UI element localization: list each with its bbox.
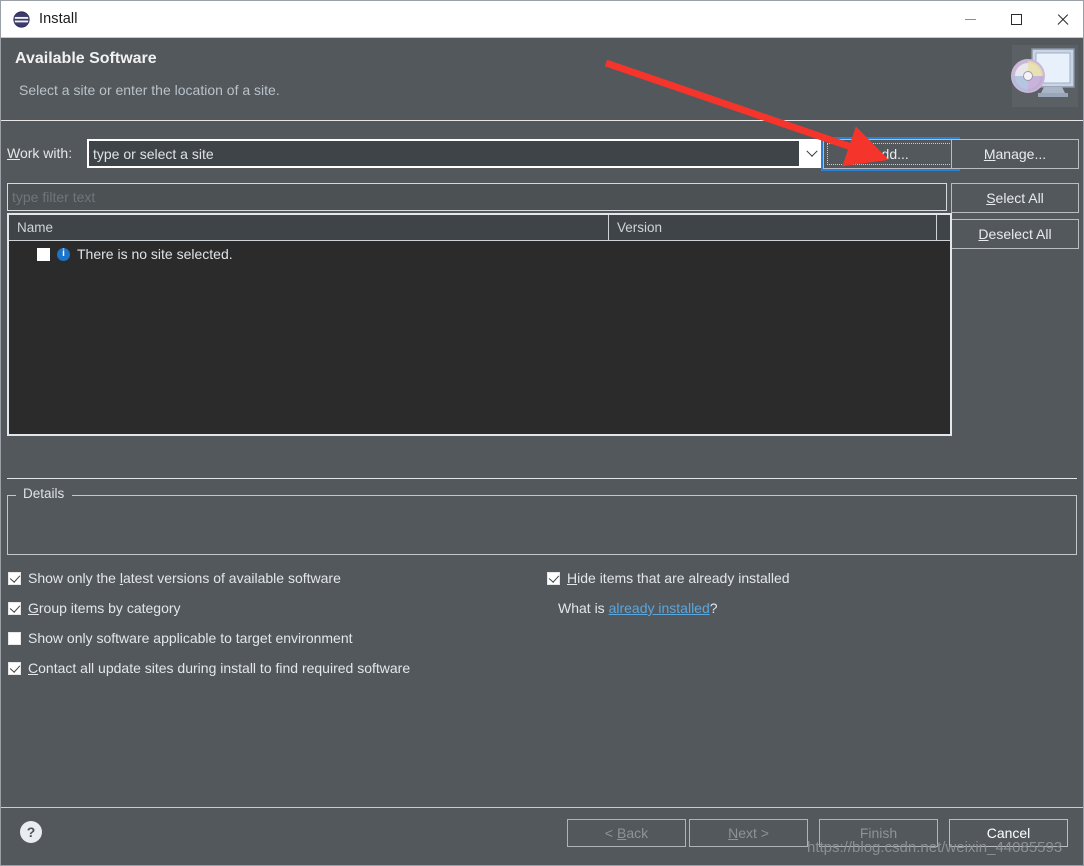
already-installed-link[interactable]: already installed [609, 600, 710, 616]
focus-ring [827, 143, 954, 165]
minimize-icon [965, 19, 976, 20]
checkbox-hide-installed[interactable] [547, 572, 560, 585]
close-icon [1056, 13, 1069, 26]
back-button[interactable]: < Back [567, 819, 686, 847]
what-is-already-installed: What is already installed? [558, 600, 718, 616]
column-header-name[interactable]: Name [9, 215, 609, 240]
option-show-latest-versions[interactable]: Show only the latest versions of availab… [8, 570, 341, 586]
row-name: There is no site selected. [77, 246, 233, 262]
minimize-button[interactable] [947, 1, 993, 37]
option-label-group-by-category: Group items by category [28, 600, 181, 616]
row-checkbox[interactable] [37, 248, 50, 261]
watermark-text: https://blog.csdn.net/weixin_44085593 [807, 839, 1062, 856]
details-legend: Details [20, 486, 67, 501]
footer-divider [1, 807, 1084, 808]
maximize-button[interactable] [993, 1, 1039, 37]
checkbox-contact-update-sites[interactable] [8, 662, 21, 675]
column-header-spacer [937, 215, 950, 240]
maximize-icon [1011, 14, 1022, 25]
eclipse-icon [13, 11, 30, 28]
filter-placeholder: type filter text [8, 189, 95, 205]
next-button[interactable]: Next > [689, 819, 808, 847]
work-with-combo[interactable]: type or select a site [87, 139, 827, 168]
table-row[interactable]: i There is no site selected. [9, 241, 950, 267]
work-with-dropdown-button[interactable] [799, 141, 825, 166]
install-monitor-disc-icon [1004, 43, 1082, 113]
info-icon: i [57, 248, 70, 261]
option-label-contact-update-sites: Contact all update sites during install … [28, 660, 410, 676]
deselect-all-button[interactable]: Deselect All [951, 219, 1079, 249]
details-group: Details [7, 495, 1077, 555]
option-hide-installed[interactable]: Hide items that are already installed [547, 570, 790, 586]
what-is-prefix: What is [558, 600, 609, 616]
add-button[interactable]: Add... [823, 139, 958, 169]
what-is-suffix: ? [710, 600, 718, 616]
manage-button-label: Manage... [984, 146, 1046, 162]
table-body: i There is no site selected. [9, 241, 950, 434]
back-button-label: < Back [605, 825, 648, 841]
select-all-label: Select All [986, 190, 1044, 206]
option-applicable-target-env[interactable]: Show only software applicable to target … [8, 630, 353, 646]
section-divider [7, 478, 1077, 479]
work-with-label: Work with: [7, 145, 72, 161]
page-subtitle: Select a site or enter the location of a… [19, 82, 280, 98]
option-label-applicable-target-env: Show only software applicable to target … [28, 630, 353, 646]
next-button-label: Next > [728, 825, 769, 841]
title-bar: Install [1, 1, 1084, 38]
select-all-button[interactable]: Select All [951, 183, 1079, 213]
checkbox-group-by-category[interactable] [8, 602, 21, 615]
checkbox-applicable-target-env[interactable] [8, 632, 21, 645]
deselect-all-label: Deselect All [978, 226, 1051, 242]
help-button[interactable]: ? [20, 821, 42, 843]
window-controls [947, 1, 1084, 37]
checkbox-show-latest-versions[interactable] [8, 572, 21, 585]
close-button[interactable] [1039, 1, 1084, 37]
chevron-down-icon [806, 145, 817, 156]
column-header-version[interactable]: Version [609, 215, 937, 240]
page-banner: Available Software Select a site or ente… [1, 38, 1084, 121]
option-contact-update-sites[interactable]: Contact all update sites during install … [8, 660, 410, 676]
software-table[interactable]: Name Version i There is no site selected… [7, 213, 952, 436]
manage-button[interactable]: Manage... [951, 139, 1079, 169]
page-title: Available Software [15, 50, 157, 68]
install-dialog: Install Available Software Select a site… [0, 0, 1084, 866]
table-header: Name Version [9, 215, 950, 241]
option-label-show-latest-versions: Show only the latest versions of availab… [28, 570, 341, 586]
filter-field[interactable]: type filter text [7, 183, 947, 211]
window-title: Install [39, 11, 78, 27]
option-group-by-category[interactable]: Group items by category [8, 600, 181, 616]
work-with-input[interactable]: type or select a site [89, 146, 799, 162]
option-label-hide-installed: Hide items that are already installed [567, 570, 790, 586]
